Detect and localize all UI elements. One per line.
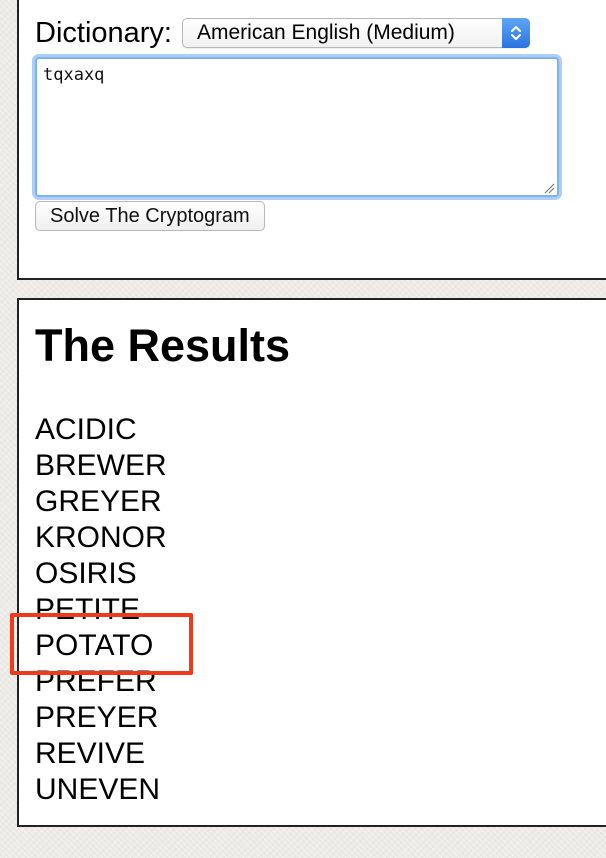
solve-cryptogram-button[interactable]: Solve The Cryptogram xyxy=(35,201,265,231)
results-panel: The Results ACIDIC BREWER GREYER KRONOR … xyxy=(17,298,606,827)
result-word: UNEVEN xyxy=(35,773,161,806)
cipher-textarea[interactable]: tqxaxq xyxy=(35,57,559,197)
cipher-text-value: tqxaxq xyxy=(43,65,105,85)
result-word: KRONOR xyxy=(35,521,167,554)
dictionary-row: Dictionary: American English (Medium) xyxy=(35,16,530,50)
dictionary-select[interactable]: American English (Medium) xyxy=(182,18,530,48)
chevron-updown-icon[interactable] xyxy=(502,18,530,48)
dictionary-selected-value: American English (Medium) xyxy=(197,21,455,44)
result-word: PREYER xyxy=(35,701,159,734)
result-word: ACIDIC xyxy=(35,413,137,446)
dictionary-label: Dictionary: xyxy=(35,17,172,49)
result-word: BREWER xyxy=(35,449,167,482)
results-title: The Results xyxy=(35,320,291,371)
result-word: REVIVE xyxy=(35,737,146,770)
results-list: ACIDIC BREWER GREYER KRONOR OSIRIS PETIT… xyxy=(35,412,167,808)
solver-form-panel: Dictionary: American English (Medium) tq… xyxy=(17,0,606,280)
result-word: OSIRIS xyxy=(35,557,137,590)
highlight-annotation-box xyxy=(10,613,193,675)
resize-grip-icon[interactable] xyxy=(543,181,555,194)
result-word: GREYER xyxy=(35,485,162,518)
